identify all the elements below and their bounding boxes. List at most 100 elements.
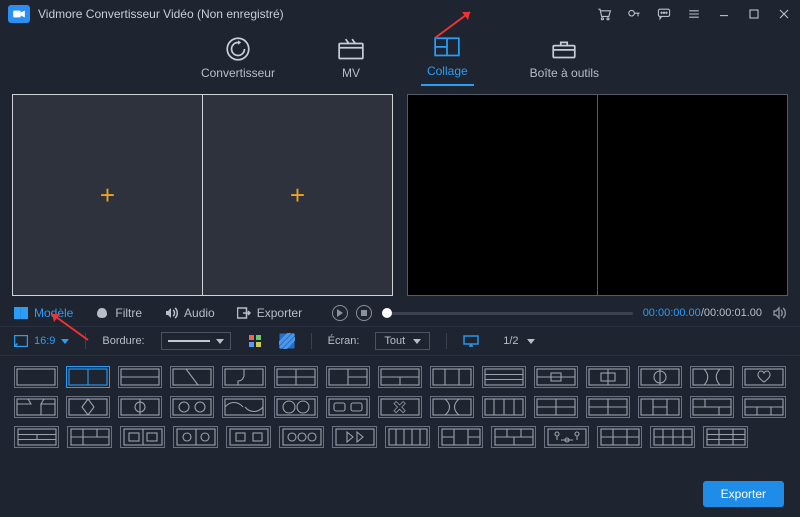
layout-16[interactable] [14, 396, 58, 418]
layout-35[interactable] [226, 426, 271, 448]
layout-21[interactable] [274, 396, 318, 418]
color-picker-button[interactable] [247, 333, 263, 349]
slot-1[interactable]: + [13, 95, 202, 295]
subtab-model[interactable]: Modèle [14, 306, 73, 320]
layout-24[interactable] [430, 396, 474, 418]
border-line-preview [168, 340, 210, 342]
export-button[interactable]: Exporter [703, 481, 784, 507]
tab-converter[interactable]: Convertisseur [195, 38, 281, 86]
layout-32[interactable] [67, 426, 112, 448]
minimize-icon[interactable] [716, 6, 732, 22]
layout-15[interactable] [742, 366, 786, 388]
pattern-button[interactable] [279, 333, 295, 349]
layout-25[interactable] [482, 396, 526, 418]
close-icon[interactable] [776, 6, 792, 22]
converter-icon [224, 38, 252, 60]
app-logo [8, 5, 30, 23]
feedback-icon[interactable] [656, 6, 672, 22]
layout-13[interactable] [638, 366, 682, 388]
play-button[interactable] [332, 305, 348, 321]
layout-templates [0, 356, 800, 458]
layout-34[interactable] [173, 426, 218, 448]
layout-26[interactable] [534, 396, 578, 418]
layout-27[interactable] [586, 396, 630, 418]
preview-panel [407, 94, 788, 296]
layout-36[interactable] [279, 426, 324, 448]
layout-37[interactable] [332, 426, 377, 448]
layout-12[interactable] [586, 366, 630, 388]
aspect-ratio-select[interactable]: 16:9 [14, 335, 69, 347]
layout-29[interactable] [690, 396, 734, 418]
layout-44[interactable] [703, 426, 748, 448]
layout-42[interactable] [597, 426, 642, 448]
layout-2[interactable] [66, 366, 110, 388]
layout-10[interactable] [482, 366, 526, 388]
menu-icon[interactable] [686, 6, 702, 22]
collage-editor: + + [12, 94, 393, 296]
layout-6[interactable] [274, 366, 318, 388]
layout-38[interactable] [385, 426, 430, 448]
app-title: Vidmore Convertisseur Vidéo (Non enregis… [38, 7, 284, 21]
tab-toolbox[interactable]: Boîte à outils [524, 38, 605, 86]
seekbar[interactable] [382, 312, 633, 315]
page-select[interactable]: 1/2 [495, 333, 542, 349]
tab-mv-label: MV [342, 66, 360, 80]
volume-icon[interactable] [772, 306, 786, 320]
screen-value: Tout [384, 335, 405, 347]
cart-icon[interactable] [596, 6, 612, 22]
layout-22[interactable] [326, 396, 370, 418]
layout-1[interactable] [14, 366, 58, 388]
layout-23[interactable] [378, 396, 422, 418]
subtab-filter[interactable]: Filtre [95, 306, 142, 320]
tab-converter-label: Convertisseur [201, 66, 275, 80]
subtab-export[interactable]: Exporter [237, 306, 302, 320]
divider [446, 333, 447, 349]
preview-slot-2 [597, 95, 787, 295]
border-style-select[interactable] [161, 332, 231, 350]
slot-2[interactable]: + [202, 95, 392, 295]
chevron-down-icon [413, 339, 421, 344]
subtab-audio-label: Audio [184, 306, 215, 320]
layout-3[interactable] [118, 366, 162, 388]
layout-8[interactable] [378, 366, 422, 388]
layout-43[interactable] [650, 426, 695, 448]
key-icon[interactable] [626, 6, 642, 22]
layout-11[interactable] [534, 366, 578, 388]
monitor-icon [463, 335, 479, 347]
layout-33[interactable] [120, 426, 165, 448]
border-label: Bordure: [102, 335, 144, 347]
subtab-audio[interactable]: Audio [164, 306, 215, 320]
layout-7[interactable] [326, 366, 370, 388]
layout-30[interactable] [742, 396, 786, 418]
divider [311, 333, 312, 349]
tab-collage-label: Collage [427, 64, 468, 78]
seek-thumb[interactable] [382, 308, 392, 318]
tab-collage[interactable]: Collage [421, 36, 474, 86]
export-icon [237, 307, 251, 319]
layout-9[interactable] [430, 366, 474, 388]
screen-select[interactable]: Tout [375, 332, 430, 350]
layout-28[interactable] [638, 396, 682, 418]
layout-39[interactable] [438, 426, 483, 448]
subtab-filter-label: Filtre [115, 306, 142, 320]
layout-17[interactable] [66, 396, 110, 418]
maximize-icon[interactable] [746, 6, 762, 22]
layout-4[interactable] [170, 366, 214, 388]
layout-31[interactable] [14, 426, 59, 448]
layout-40[interactable] [491, 426, 536, 448]
layout-18[interactable] [118, 396, 162, 418]
stop-button[interactable] [356, 305, 372, 321]
preview-slot-1 [408, 95, 597, 295]
layout-20[interactable] [222, 396, 266, 418]
filter-icon [95, 307, 109, 319]
aspect-value: 16:9 [34, 335, 55, 347]
layout-5[interactable] [222, 366, 266, 388]
divider [85, 333, 86, 349]
mv-icon [337, 38, 365, 60]
tab-mv[interactable]: MV [331, 38, 371, 86]
layout-41[interactable] [544, 426, 589, 448]
layout-19[interactable] [170, 396, 214, 418]
layout-14[interactable] [690, 366, 734, 388]
collage-icon [433, 36, 461, 58]
aspect-icon [14, 335, 28, 347]
